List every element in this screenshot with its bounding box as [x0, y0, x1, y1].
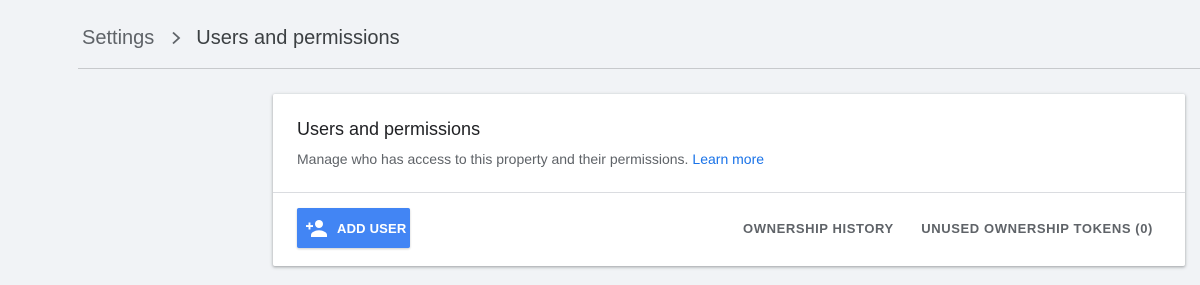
unused-ownership-tokens-button[interactable]: UNUSED OWNERSHIP TOKENS (0)	[921, 218, 1153, 240]
breadcrumb-settings-link[interactable]: Settings	[82, 27, 154, 50]
header-divider	[78, 68, 1200, 69]
card-description-text: Manage who has access to this property a…	[297, 151, 689, 167]
learn-more-link[interactable]: Learn more	[692, 151, 764, 167]
add-user-button[interactable]: ADD USER	[297, 208, 410, 248]
card-description: Manage who has access to this property a…	[297, 151, 764, 167]
person-add-icon	[305, 216, 329, 240]
users-permissions-card: Users and permissions Manage who has acc…	[273, 94, 1185, 266]
chevron-right-icon	[166, 31, 186, 45]
add-user-label: ADD USER	[337, 220, 407, 236]
ownership-history-button[interactable]: OWNERSHIP HISTORY	[743, 218, 894, 240]
card-title: Users and permissions	[297, 119, 481, 139]
card-divider	[273, 192, 1185, 193]
page-title: Users and permissions	[196, 26, 400, 49]
breadcrumb: Settings Users and permissions	[82, 24, 400, 52]
